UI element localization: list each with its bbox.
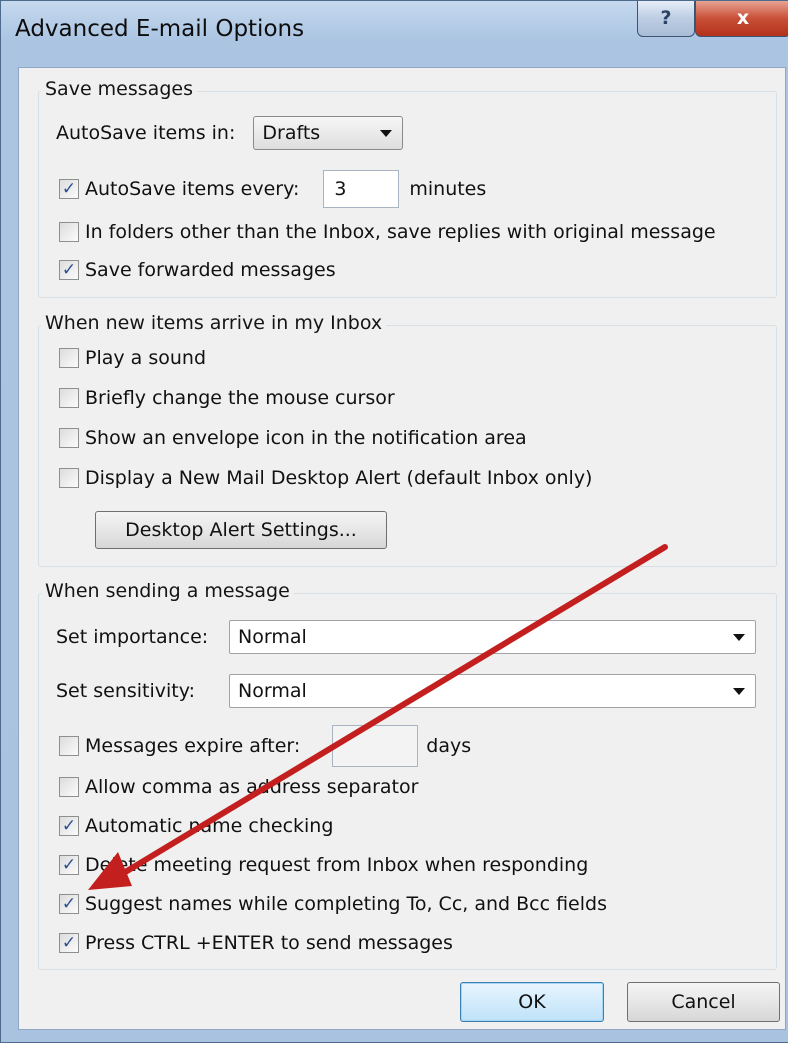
- sending-group: When sending a message Set importance: N…: [38, 580, 777, 970]
- sensitivity-label: Set sensitivity:: [56, 680, 196, 702]
- change-cursor-row: Briefly change the mouse cursor: [59, 387, 401, 409]
- save-forwarded-checkbox[interactable]: ✓: [59, 260, 79, 280]
- save-replies-checkbox[interactable]: [59, 222, 79, 242]
- delete-meeting-row: ✓ Delete meeting request from Inbox when…: [59, 854, 594, 876]
- play-sound-row: Play a sound: [59, 347, 212, 369]
- autosave-in-label: AutoSave items in:: [56, 122, 236, 144]
- help-icon: ?: [660, 7, 672, 29]
- cancel-button[interactable]: Cancel: [627, 982, 780, 1022]
- ctrl-enter-label: Press CTRL +ENTER to send messages: [85, 932, 453, 954]
- autosave-in-row: AutoSave items in: Drafts: [56, 116, 404, 150]
- importance-select[interactable]: Normal: [229, 620, 756, 654]
- suggest-names-label: Suggest names while completing To, Cc, a…: [85, 893, 607, 915]
- save-messages-heading: Save messages: [41, 78, 197, 100]
- play-sound-label: Play a sound: [85, 347, 207, 369]
- comma-separator-label: Allow comma as address separator: [85, 776, 419, 798]
- dialog-body: Save messages AutoSave items in: Drafts …: [18, 67, 786, 1030]
- close-icon: x: [736, 7, 750, 29]
- name-checking-row: ✓ Automatic name checking: [59, 815, 339, 837]
- close-button[interactable]: x: [695, 1, 788, 37]
- sensitivity-value: Normal: [238, 680, 307, 702]
- new-items-group: When new items arrive in my Inbox Play a…: [38, 312, 777, 567]
- help-button[interactable]: ?: [637, 1, 695, 37]
- save-replies-label: In folders other than the Inbox, save re…: [85, 221, 716, 243]
- ctrl-enter-checkbox[interactable]: ✓: [59, 933, 79, 953]
- days-label: days: [426, 735, 472, 757]
- expire-checkbox[interactable]: [59, 736, 79, 756]
- ok-label: OK: [518, 991, 546, 1013]
- expire-days-input[interactable]: [332, 725, 419, 767]
- dialog-window: Advanced E-mail Options ? x Save message…: [0, 0, 788, 1043]
- window-title: Advanced E-mail Options: [15, 16, 305, 42]
- sensitivity-select[interactable]: Normal: [229, 674, 756, 708]
- change-cursor-checkbox[interactable]: [59, 388, 79, 408]
- desktop-alert-checkbox[interactable]: [59, 468, 79, 488]
- desktop-alert-row: Display a New Mail Desktop Alert (defaul…: [59, 467, 598, 489]
- title-bar[interactable]: Advanced E-mail Options ? x: [1, 1, 788, 67]
- chevron-down-icon: [733, 634, 745, 641]
- delete-meeting-label: Delete meeting request from Inbox when r…: [85, 854, 589, 876]
- importance-row: Set importance: Normal: [56, 620, 756, 654]
- expire-label: Messages expire after:: [85, 735, 301, 757]
- autosave-every-row: ✓ AutoSave items every: 3 minutes: [59, 170, 492, 208]
- envelope-icon-checkbox[interactable]: [59, 428, 79, 448]
- comma-separator-checkbox[interactable]: [59, 777, 79, 797]
- desktop-alert-settings-button[interactable]: Desktop Alert Settings...: [95, 511, 387, 549]
- suggest-names-checkbox[interactable]: ✓: [59, 894, 79, 914]
- sending-heading: When sending a message: [41, 580, 294, 602]
- chevron-down-icon: [380, 130, 393, 137]
- importance-label: Set importance:: [56, 626, 209, 648]
- save-forwarded-row: ✓ Save forwarded messages: [59, 259, 342, 281]
- minutes-label: minutes: [409, 178, 487, 200]
- comma-separator-row: Allow comma as address separator: [59, 776, 424, 798]
- desktop-alert-label: Display a New Mail Desktop Alert (defaul…: [85, 467, 593, 489]
- autosave-folder-value: Drafts: [262, 122, 321, 144]
- envelope-icon-row: Show an envelope icon in the notificatio…: [59, 427, 533, 449]
- name-checking-checkbox[interactable]: ✓: [59, 816, 79, 836]
- ok-button[interactable]: OK: [460, 982, 604, 1022]
- expire-row: Messages expire after: days: [59, 725, 477, 767]
- suggest-names-row: ✓ Suggest names while completing To, Cc,…: [59, 893, 613, 915]
- autosave-minutes-value: 3: [334, 178, 347, 200]
- importance-value: Normal: [238, 626, 307, 648]
- chevron-down-icon: [733, 688, 745, 695]
- save-forwarded-label: Save forwarded messages: [85, 259, 336, 281]
- desktop-alert-settings-label: Desktop Alert Settings...: [125, 519, 357, 541]
- change-cursor-label: Briefly change the mouse cursor: [85, 387, 395, 409]
- name-checking-label: Automatic name checking: [85, 815, 334, 837]
- cancel-label: Cancel: [671, 991, 736, 1013]
- autosave-every-label: AutoSave items every:: [85, 178, 300, 200]
- save-replies-row: In folders other than the Inbox, save re…: [59, 221, 722, 243]
- envelope-icon-label: Show an envelope icon in the notificatio…: [85, 427, 527, 449]
- autosave-folder-select[interactable]: Drafts: [253, 116, 404, 150]
- autosave-minutes-input[interactable]: 3: [323, 170, 400, 208]
- play-sound-checkbox[interactable]: [59, 348, 79, 368]
- autosave-every-checkbox[interactable]: ✓: [59, 179, 79, 199]
- sensitivity-row: Set sensitivity: Normal: [56, 674, 756, 708]
- new-items-heading: When new items arrive in my Inbox: [41, 312, 387, 334]
- delete-meeting-checkbox[interactable]: ✓: [59, 855, 79, 875]
- ctrl-enter-row: ✓ Press CTRL +ENTER to send messages: [59, 932, 459, 954]
- save-messages-group: Save messages AutoSave items in: Drafts …: [38, 78, 777, 298]
